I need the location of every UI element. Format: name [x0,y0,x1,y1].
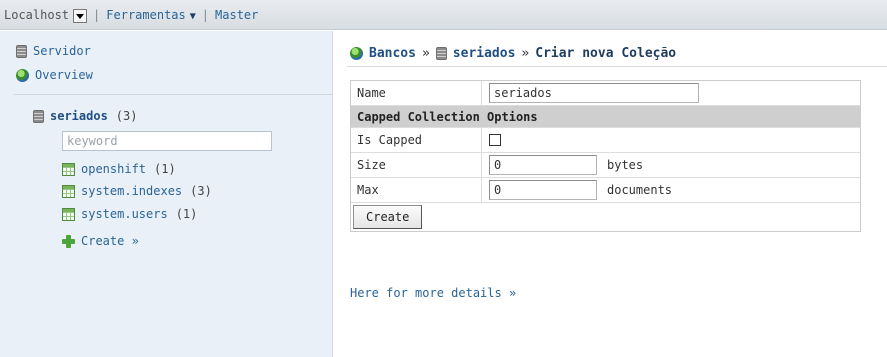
sidebar-divider [14,94,332,95]
size-row: Size bytes [351,153,860,178]
table-icon [62,162,75,176]
create-collection-form: Name Capped Collection Options Is Capped… [350,80,861,232]
collection-name-input[interactable] [489,83,699,103]
database-icon [33,109,44,123]
collection-item-system-indexes[interactable]: system.indexes (3) [62,182,212,200]
breadcrumb-divider [347,66,887,67]
sidebar-item-overview[interactable]: Overview [16,66,93,84]
is-capped-checkbox[interactable] [489,134,501,146]
capped-options-header: Capped Collection Options [351,106,860,128]
name-row: Name [351,81,860,106]
collection-count: (3) [190,184,212,198]
table-icon [62,207,75,221]
breadcrumb-separator: » [521,46,530,61]
collection-count: (1) [175,207,198,221]
max-unit: documents [607,183,673,197]
more-details-link[interactable]: Here for more details » [350,286,516,300]
keyword-search-input[interactable] [62,131,272,151]
breadcrumb-current: Criar nova Coleção [535,46,677,61]
sidebar: Servidor Overview seriados (3) openshift… [0,31,333,357]
create-button[interactable]: Create [353,205,423,229]
database-icon [435,47,447,60]
globe-icon [16,68,29,82]
size-input[interactable] [489,155,597,175]
size-unit: bytes [607,158,644,172]
sidebar-item-label: Overview [35,68,93,82]
is-capped-label: Is Capped [351,128,482,152]
collection-item-system-users[interactable]: system.users (1) [62,205,197,223]
plus-icon [62,234,75,248]
topbar-separator: | [93,7,101,22]
create-row: Create [351,203,860,231]
breadcrumb-separator: » [421,46,430,61]
database-count: (3) [115,109,138,123]
create-collection-link[interactable]: Create » [62,232,139,250]
create-collection-label: Create » [81,234,139,248]
chevron-down-icon: ▼ [189,10,196,22]
database-name: seriados [50,109,108,123]
max-row: Max documents [351,178,860,203]
collection-name: system.indexes [81,184,183,198]
server-icon [16,44,27,58]
table-icon [62,184,75,198]
collection-name: system.users [81,207,168,221]
name-label: Name [351,81,482,105]
host-dropdown-icon[interactable] [73,8,88,23]
collection-item-openshift[interactable]: openshift (1) [62,160,176,178]
globe-icon [350,47,363,60]
size-value-cell: bytes [482,155,643,175]
host-label: Localhost [4,7,70,22]
tools-menu-label: Ferramentas [106,7,186,22]
sidebar-item-database[interactable]: seriados (3) [33,107,137,125]
size-label: Size [351,153,482,177]
topbar-separator: | [201,7,210,22]
top-bar: Localhost | Ferramentas ▼ | Master [0,0,887,30]
sidebar-item-label: Servidor [33,44,91,58]
sidebar-item-server[interactable]: Servidor [16,42,91,60]
breadcrumb: Bancos » seriados » Criar nova Coleção [350,46,676,61]
breadcrumb-databases[interactable]: Bancos [369,46,416,61]
max-input[interactable] [489,180,597,200]
is-capped-cell [482,134,501,146]
breadcrumb-database[interactable]: seriados [453,46,516,61]
name-value-cell [482,83,699,103]
collection-count: (1) [154,162,176,176]
master-link[interactable]: Master [215,8,258,22]
is-capped-row: Is Capped [351,128,860,153]
tools-menu[interactable]: Ferramentas ▼ [106,8,196,22]
max-label: Max [351,178,482,202]
max-value-cell: documents [482,180,672,200]
collection-name: openshift [81,162,147,176]
